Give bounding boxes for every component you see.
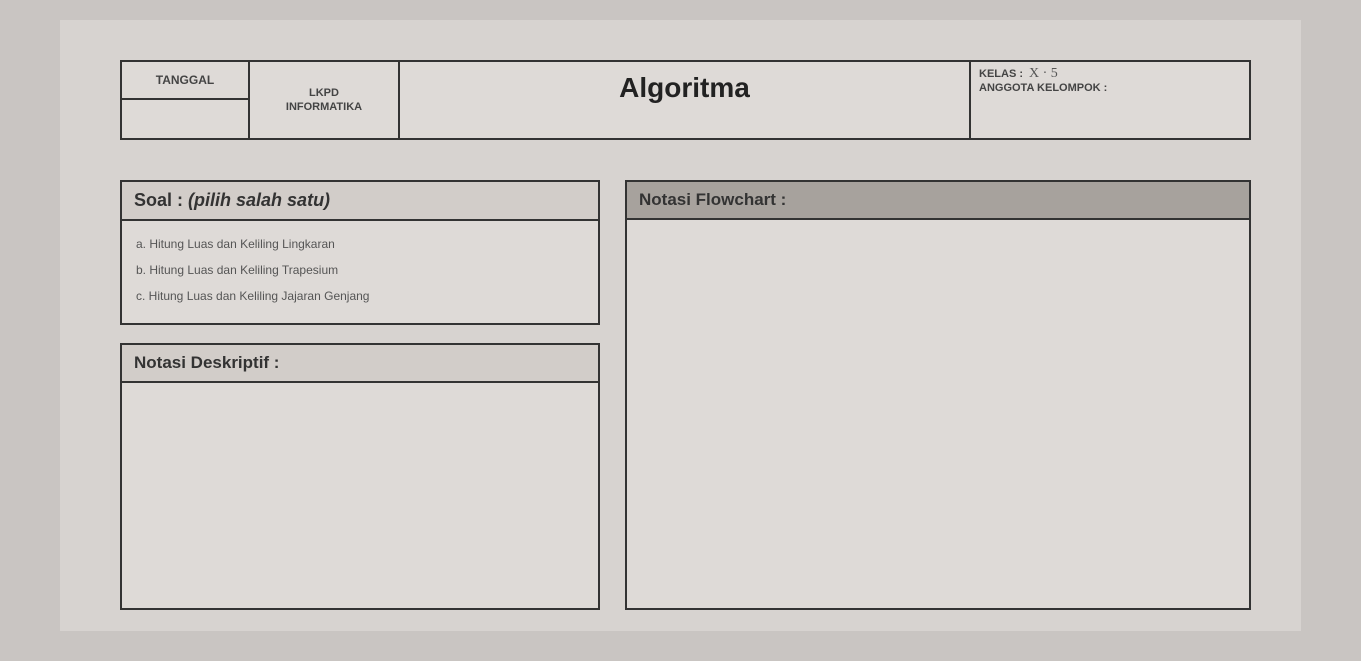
tanggal-value-area[interactable] [122,100,248,138]
lkpd-line1: LKPD [309,86,339,100]
body-row: Soal : (pilih salah satu) a. Hitung Luas… [120,180,1251,610]
soal-option-a[interactable]: a. Hitung Luas dan Keliling Lingkaran [136,231,584,257]
deskriptif-panel: Notasi Deskriptif : [120,343,600,610]
soal-heading: Soal : (pilih salah satu) [122,182,598,221]
soal-panel: Soal : (pilih salah satu) a. Hitung Luas… [120,180,600,325]
right-column: Notasi Flowchart : [625,180,1251,610]
soal-option-b[interactable]: b. Hitung Luas dan Keliling Trapesium [136,257,584,283]
deskriptif-heading: Notasi Deskriptif : [122,345,598,383]
flowchart-content-area[interactable] [627,220,1249,608]
kelas-box: KELAS : X · 5 ANGGOTA KELOMPOK : [971,60,1251,140]
flowchart-heading: Notasi Flowchart : [627,182,1249,220]
soal-option-c[interactable]: c. Hitung Luas dan Keliling Jajaran Genj… [136,283,584,309]
left-column: Soal : (pilih salah satu) a. Hitung Luas… [120,180,600,610]
anggota-value-area[interactable] [979,94,1241,134]
soal-hint: (pilih salah satu) [188,190,330,210]
worksheet-title: Algoritma [619,72,750,104]
deskriptif-content-area[interactable] [122,383,598,608]
kelas-value: X · 5 [1029,66,1058,82]
kelas-line: KELAS : X · 5 [979,66,1241,82]
lkpd-line2: INFORMATIKA [286,100,362,114]
worksheet-sheet: TANGGAL LKPD INFORMATIKA Algoritma KELAS… [60,20,1301,631]
header-row: TANGGAL LKPD INFORMATIKA Algoritma KELAS… [120,60,1251,140]
soal-options: a. Hitung Luas dan Keliling Lingkaran b.… [122,221,598,323]
lkpd-box: LKPD INFORMATIKA [250,60,400,140]
anggota-label: ANGGOTA KELOMPOK : [979,82,1241,94]
tanggal-label: TANGGAL [122,62,248,100]
tanggal-box: TANGGAL [120,60,250,140]
flowchart-panel: Notasi Flowchart : [625,180,1251,610]
title-box: Algoritma [400,60,971,140]
kelas-label: KELAS : [979,68,1023,80]
soal-label: Soal : [134,190,183,210]
